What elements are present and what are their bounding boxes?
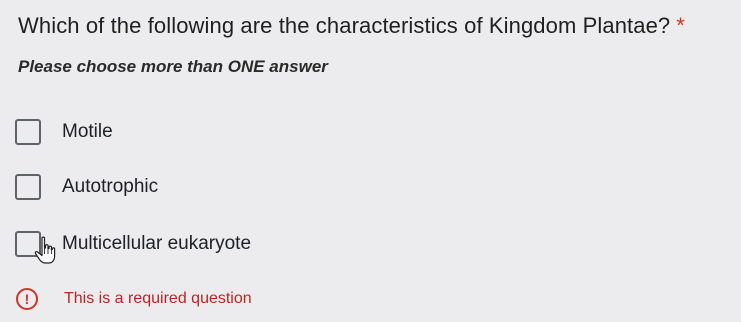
option-label: Motile [62, 121, 113, 142]
hand-pointer-cursor-icon [34, 236, 56, 264]
error-message: This is a required question [64, 290, 252, 307]
question-instruction: Please choose more than ONE answer [18, 57, 328, 76]
validation-error: ! This is a required question [16, 288, 252, 310]
question-title: Which of the following are the character… [18, 13, 685, 39]
checkbox-multicellular-eukaryote[interactable] [15, 231, 56, 264]
question-text: Which of the following are the character… [18, 13, 671, 38]
option-motile[interactable]: Motile [15, 118, 113, 146]
option-label: Autotrophic [62, 176, 159, 197]
required-asterisk: * [676, 13, 685, 38]
exclamation-circle-icon: ! [16, 288, 38, 310]
checkbox-motile[interactable] [15, 119, 41, 145]
option-multicellular-eukaryote[interactable]: Multicellular eukaryote [15, 230, 252, 264]
option-label: Multicellular eukaryote [62, 233, 252, 254]
checkbox-autotrophic[interactable] [15, 174, 41, 200]
option-autotrophic[interactable]: Autotrophic [15, 173, 158, 201]
